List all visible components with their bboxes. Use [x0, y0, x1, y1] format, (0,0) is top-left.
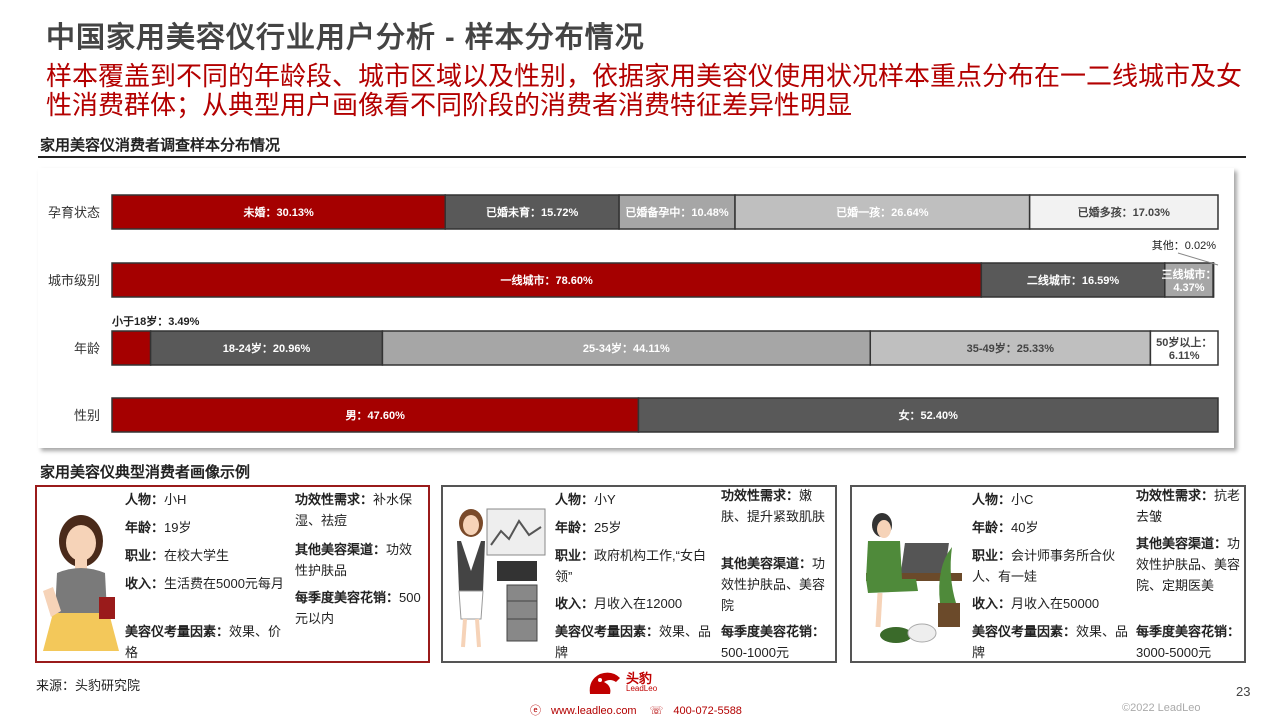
category-label: 年龄	[74, 341, 100, 356]
working-mother-illustration-icon	[866, 513, 962, 643]
student-illustration-icon	[43, 515, 119, 651]
data-label: 未婚：30.13%	[242, 205, 314, 219]
leadleo-logo: 头豹 LeadLeo	[586, 668, 666, 698]
bar-segment	[1212, 262, 1215, 298]
bar-segment	[111, 330, 152, 366]
source-note: 来源：头豹研究院	[36, 678, 141, 693]
data-label: 其他：0.02%	[1152, 239, 1216, 252]
website-icon: ⓔ	[530, 705, 541, 717]
persona-card-3: 人物：小C 年龄：40岁 职业：会计师事务所合伙人、有一娃 收入：月收入在500…	[850, 485, 1246, 663]
section-divider	[38, 156, 1246, 158]
category-label: 城市级别	[48, 273, 100, 288]
data-label: 一线城市：78.60%	[501, 273, 594, 287]
persona-card-2: 人物：小Y 年龄：25岁 职业：政府机构工作,“女白领” 收入：月收入在1200…	[441, 485, 837, 663]
data-label: 男：47.60%	[346, 409, 406, 422]
page-subtitle: 样本覆盖到不同的年龄段、城市区域以及性别，依据家用美容仪使用状况样本重点分布在一…	[46, 61, 1243, 120]
category-label: 性别	[74, 408, 100, 423]
copyright: ©2022 LeadLeo	[1122, 702, 1201, 714]
persona-card-1: 人物：小H 年龄：19岁 职业：在校大学生 收入：生活费在5000元每月 美容仪…	[35, 485, 430, 663]
logo-subtext: LeadLeo	[626, 684, 658, 693]
data-label: 已婚多孩：17.03%	[1078, 205, 1171, 219]
data-label: 25-34岁：44.11%	[583, 341, 670, 355]
office-worker-illustration-icon	[457, 508, 546, 648]
contact-info: ⓔ www.leadleo.com ☏ 400-072-5588	[530, 702, 752, 718]
data-label: 小于18岁：3.49%	[111, 314, 200, 328]
phone-number: 400-072-5588	[673, 705, 742, 717]
phone-icon: ☏	[649, 705, 664, 717]
data-label: 18-24岁：20.96%	[223, 341, 311, 355]
data-label: 二线城市：16.59%	[1027, 273, 1120, 287]
category-label: 孕育状态	[48, 205, 100, 220]
website-link[interactable]: www.leadleo.com	[551, 705, 637, 717]
page-title: 中国家用美容仪行业用户分析 - 样本分布情况	[46, 22, 645, 54]
stacked-bar-chart: 孕育状态 未婚：30.13% 已婚未育：15.72% 已婚备孕中：10.48% 已婚一孩…	[38, 168, 1234, 448]
data-label: 已婚未育：15.72%	[486, 205, 579, 219]
data-label: 35-49岁：25.33%	[967, 341, 1055, 355]
page-number: 23	[1236, 684, 1251, 699]
data-label: 女：52.40%	[899, 408, 959, 422]
chart-section-title: 家用美容仪消费者调查样本分布情况	[40, 137, 281, 154]
chart-canvas: 孕育状态 未婚：30.13% 已婚未育：15.72% 已婚备孕中：10.48% 已婚一孩…	[48, 194, 1219, 433]
data-label: 已婚一孩：26.64%	[836, 205, 929, 219]
persona-section-title: 家用美容仪典型消费者画像示例	[40, 464, 251, 481]
data-label: 已婚备孕中：10.48%	[625, 205, 729, 219]
